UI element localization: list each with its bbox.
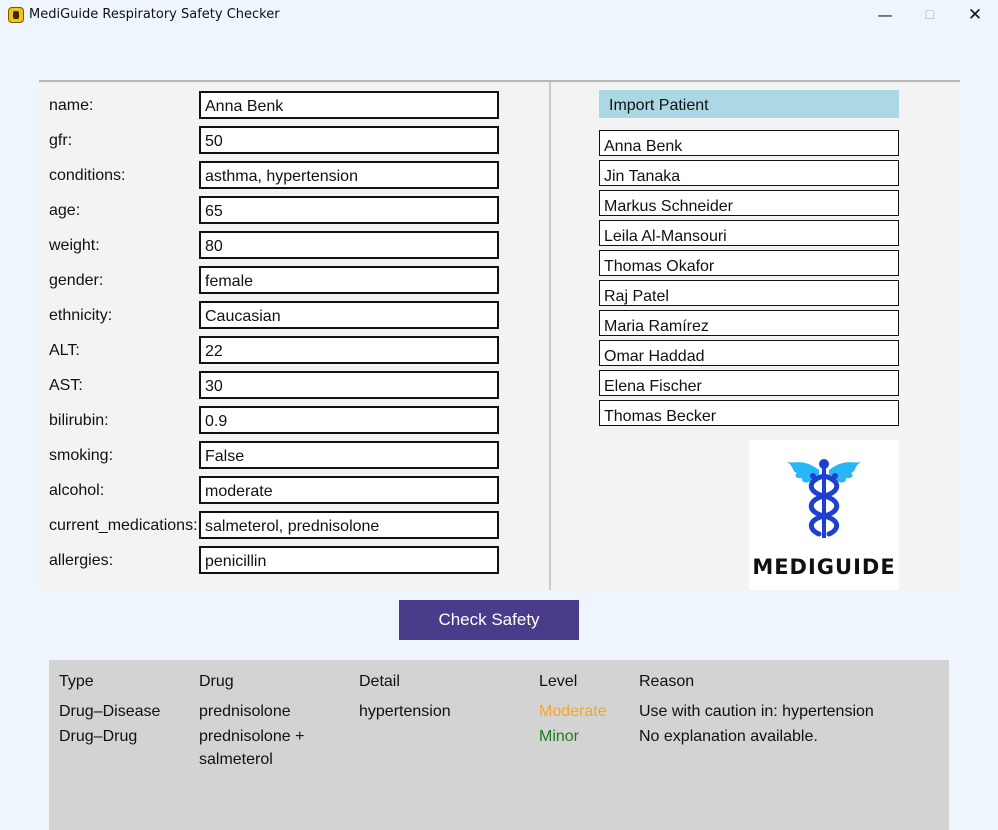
header-type: Type bbox=[59, 673, 94, 690]
smoking-field[interactable] bbox=[199, 441, 499, 469]
row-detail: hypertension bbox=[359, 703, 451, 720]
row-reason: Use with caution in: hypertension bbox=[639, 703, 874, 720]
header-level: Level bbox=[539, 673, 578, 690]
ethnicity-field[interactable] bbox=[199, 301, 499, 329]
ast-field[interactable] bbox=[199, 371, 499, 399]
patient-item-markus-schneider[interactable]: Markus Schneider bbox=[599, 190, 899, 216]
gfr-field[interactable] bbox=[199, 126, 499, 154]
patient-item-maria-ramirez[interactable]: Maria Ramírez bbox=[599, 310, 899, 336]
current-medications-field[interactable] bbox=[199, 511, 499, 539]
bilirubin-field[interactable] bbox=[199, 406, 499, 434]
label-conditions: conditions: bbox=[49, 167, 126, 184]
patient-item-leila-al-mansouri[interactable]: Leila Al-Mansouri bbox=[599, 220, 899, 246]
label-smoking: smoking: bbox=[49, 447, 114, 464]
patient-item-jin-tanaka[interactable]: Jin Tanaka bbox=[599, 160, 899, 186]
label-name: name: bbox=[49, 97, 94, 114]
label-gfr: gfr: bbox=[49, 132, 73, 149]
close-button[interactable]: ✕ bbox=[952, 0, 998, 30]
row-level-badge: Moderate bbox=[539, 703, 607, 720]
title-bar: MediGuide Respiratory Safety Checker — ☐… bbox=[0, 0, 998, 30]
name-field[interactable] bbox=[199, 91, 499, 119]
patient-item-anna-benk[interactable]: Anna Benk bbox=[599, 130, 899, 156]
label-allergies: allergies: bbox=[49, 552, 114, 569]
row-reason: No explanation available. bbox=[639, 728, 818, 745]
conditions-field[interactable] bbox=[199, 161, 499, 189]
row-drug: prednisolone bbox=[199, 703, 291, 720]
patient-item-thomas-becker[interactable]: Thomas Becker bbox=[599, 400, 899, 426]
row-type: Drug–Disease bbox=[59, 703, 161, 720]
maximize-button[interactable]: ☐ bbox=[907, 0, 953, 30]
app-icon bbox=[8, 7, 24, 23]
caduceus-icon bbox=[787, 459, 861, 538]
alt-field[interactable] bbox=[199, 336, 499, 364]
gender-field[interactable] bbox=[199, 266, 499, 294]
header-detail: Detail bbox=[359, 673, 400, 690]
window-title: MediGuide Respiratory Safety Checker bbox=[29, 7, 280, 22]
label-ast: AST: bbox=[49, 377, 83, 394]
results-table: Type Drug Detail Level Reason Drug–Disea… bbox=[49, 660, 949, 830]
label-alcohol: alcohol: bbox=[49, 482, 105, 499]
label-alt: ALT: bbox=[49, 342, 80, 359]
check-safety-button[interactable]: Check Safety bbox=[399, 600, 579, 640]
weight-field[interactable] bbox=[199, 231, 499, 259]
import-patient-button[interactable]: Import Patient bbox=[599, 90, 899, 118]
patient-item-omar-haddad[interactable]: Omar Haddad bbox=[599, 340, 899, 366]
minimize-button[interactable]: — bbox=[862, 0, 908, 30]
row-type: Drug–Drug bbox=[59, 728, 138, 745]
header-drug: Drug bbox=[199, 673, 234, 690]
patient-item-elena-fischer[interactable]: Elena Fischer bbox=[599, 370, 899, 396]
patient-item-thomas-okafor[interactable]: Thomas Okafor bbox=[599, 250, 899, 276]
label-gender: gender: bbox=[49, 272, 104, 289]
mediguide-logo: MEDIGUIDE bbox=[749, 440, 899, 590]
patient-item-raj-patel[interactable]: Raj Patel bbox=[599, 280, 899, 306]
panel-divider bbox=[549, 82, 551, 590]
allergies-field[interactable] bbox=[199, 546, 499, 574]
alcohol-field[interactable] bbox=[199, 476, 499, 504]
header-reason: Reason bbox=[639, 673, 695, 690]
label-current-medications: current_medications: bbox=[49, 517, 198, 534]
label-bilirubin: bilirubin: bbox=[49, 412, 109, 429]
row-drug: prednisolone + salmeterol bbox=[199, 728, 305, 768]
label-age: age: bbox=[49, 202, 81, 219]
row-level-badge: Minor bbox=[539, 728, 580, 745]
logo-text: MEDIGUIDE bbox=[752, 555, 896, 579]
label-ethnicity: ethnicity: bbox=[49, 307, 113, 324]
label-weight: weight: bbox=[49, 237, 100, 254]
age-field[interactable] bbox=[199, 196, 499, 224]
